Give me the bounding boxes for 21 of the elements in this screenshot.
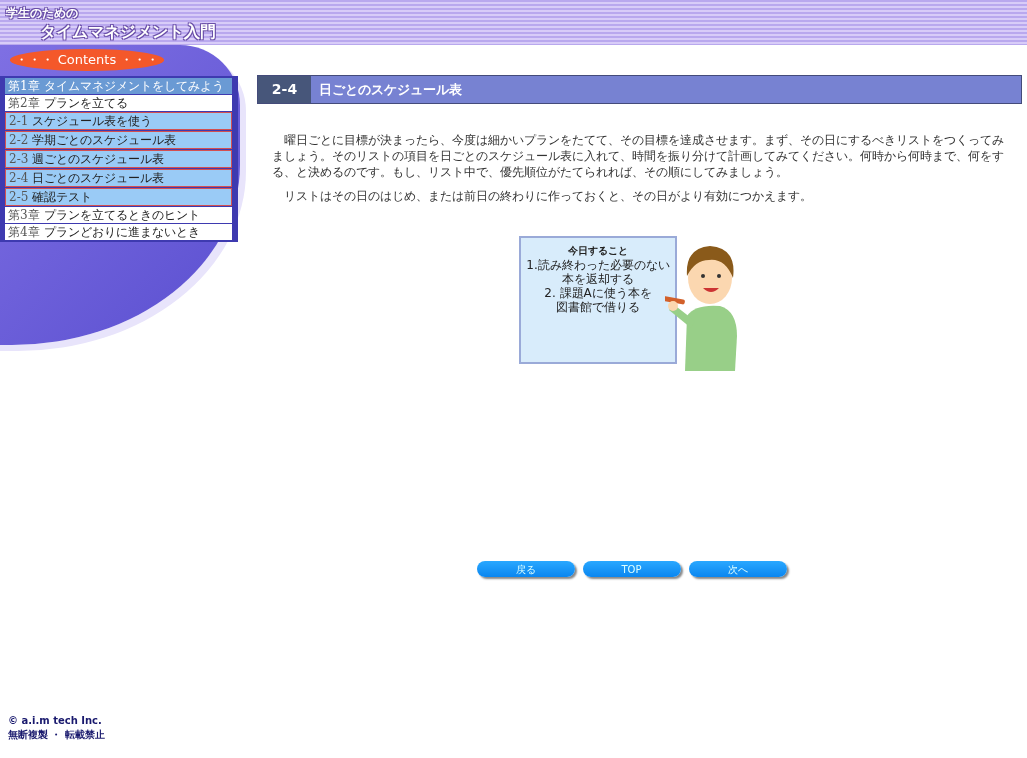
body-paragraph: リストはその日のはじめ、または前日の終わりに作っておくと、その日がより有効につかえます。 (282, 188, 813, 204)
section-link[interactable]: 2-3 週ごとのスケジュール表 (5, 149, 232, 168)
section-link[interactable]: 2-1 スケジュール表を使う (5, 111, 232, 130)
chapter-link[interactable]: 第2章 プランを立てる (5, 94, 232, 111)
board-line: 2. 課題Aに使う本を (544, 286, 652, 300)
board-title: 今日すること (568, 244, 628, 258)
notice-text: 無断複製 ・ 転載禁止 (8, 728, 106, 742)
body-paragraph: 曜日ごとに目標が決まったら、今度は細かいプランをたてて、その目標を達成させます。まず、その日にするべきリストをつくってみましょう。そのリストの項目を日ごとのスケジュール表に入れて、時間を振り分けて計画してみてください。何時から何時まで、何をする、と決めるのです。もし、リスト中で、優先順位がたてられれば、その順にしてみましょう。 (272, 132, 1005, 180)
board-line: 1.読み終わった必要のない (526, 258, 670, 272)
section-link[interactable]: 2-4 日ごとのスケジュール表 (5, 168, 232, 187)
section-number: 2-4 (258, 76, 311, 103)
section-link[interactable]: 2-2 学期ごとのスケジュール表 (5, 130, 232, 149)
copyright-text: © a.i.m tech Inc. (8, 714, 103, 728)
section-link[interactable]: 2-5 確認テスト (5, 187, 232, 206)
board-line: 図書館で借りる (556, 300, 640, 314)
site-subtitle: 学生のための (6, 5, 79, 22)
chapter-link[interactable]: 第3章 プランを立てるときのヒント (5, 206, 232, 223)
chapter-link[interactable]: 第4章 プランどおりに進まないとき (5, 223, 232, 240)
board-line: 本を返却する (562, 272, 634, 286)
site-title: タイムマネジメント入門 (40, 21, 217, 43)
page-title: 日ごとのスケジュール表 (311, 76, 1021, 103)
